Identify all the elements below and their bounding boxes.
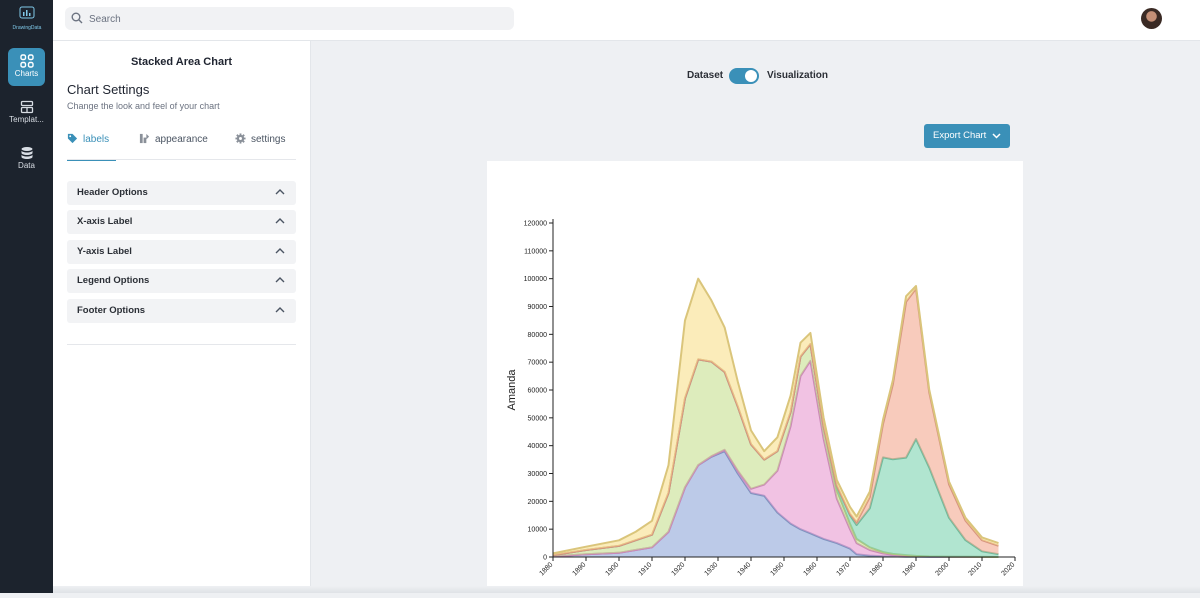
bottom-shade bbox=[53, 586, 1200, 593]
x-tick-label: 1980 bbox=[868, 561, 884, 577]
y-tick-label: 80000 bbox=[528, 332, 548, 339]
accordion-x-axis-label[interactable]: X-axis Label bbox=[67, 210, 296, 234]
accordion-legend-options[interactable]: Legend Options bbox=[67, 269, 296, 293]
export-label: Export Chart bbox=[933, 130, 987, 141]
view-toggle-switch[interactable] bbox=[729, 68, 759, 84]
accordion-label: Legend Options bbox=[77, 275, 150, 286]
y-tick-label: 50000 bbox=[528, 415, 548, 422]
chevron-up-icon bbox=[275, 189, 285, 195]
search-input[interactable] bbox=[87, 7, 511, 32]
chevron-up-icon bbox=[275, 218, 285, 224]
tab-label: appearance bbox=[155, 134, 208, 145]
y-tick-label: 70000 bbox=[528, 360, 548, 367]
appearance-icon bbox=[139, 133, 150, 144]
y-tick-label: 120000 bbox=[524, 221, 547, 228]
accordion-header-options[interactable]: Header Options bbox=[67, 181, 296, 205]
avatar[interactable] bbox=[1141, 8, 1162, 29]
x-tick-label: 1970 bbox=[835, 561, 851, 577]
chart-card: 0 10000 20000 30000 40000 50000 60000 70000 8000… bbox=[487, 161, 1023, 593]
search-icon bbox=[71, 12, 83, 24]
accordion-label: Footer Options bbox=[77, 305, 146, 316]
y-tick-label: 60000 bbox=[528, 388, 548, 395]
chevron-up-icon bbox=[275, 277, 285, 283]
rail-item-label: Data bbox=[18, 161, 35, 170]
x-tick-label: 1960 bbox=[802, 561, 818, 577]
y-tick-label: 40000 bbox=[528, 443, 548, 450]
tab-label: labels bbox=[83, 134, 110, 145]
x-tick-label: 1930 bbox=[703, 561, 719, 577]
x-tick-label: 1940 bbox=[736, 561, 752, 577]
tag-icon bbox=[67, 133, 78, 144]
panel-divider bbox=[67, 344, 296, 345]
visualization-label[interactable]: Visualization bbox=[767, 70, 828, 81]
top-bar bbox=[53, 0, 1200, 41]
app-logo[interactable]: DrawingData bbox=[8, 6, 46, 31]
y-tick-label: 110000 bbox=[524, 248, 547, 255]
x-tick-label: 1920 bbox=[670, 561, 686, 577]
x-tick-label: 2000 bbox=[934, 561, 950, 577]
y-axis-label: Amanda bbox=[506, 369, 518, 411]
accordion-footer-options[interactable]: Footer Options bbox=[67, 299, 296, 323]
chart-type-title: Stacked Area Chart bbox=[130, 56, 233, 68]
x-tick-label: 1990 bbox=[901, 561, 917, 577]
tabs-divider bbox=[67, 159, 296, 160]
gear-icon bbox=[235, 133, 246, 144]
tab-label: settings bbox=[251, 134, 286, 145]
left-rail: DrawingData Charts Templat... Data bbox=[0, 0, 53, 593]
accordion-y-axis-label[interactable]: Y-axis Label bbox=[67, 240, 296, 264]
x-tick-label: 1900 bbox=[604, 561, 620, 577]
y-tick-label: 10000 bbox=[528, 527, 548, 534]
stacked-area-chart: 0 10000 20000 30000 40000 50000 60000 70000 8000… bbox=[506, 219, 1016, 577]
grid-icon bbox=[19, 54, 34, 68]
settings-subtitle: Change the look and feel of your chart bbox=[67, 101, 220, 111]
rail-item-label: Charts bbox=[14, 69, 39, 78]
x-tick-label: 1910 bbox=[637, 561, 653, 577]
accordion-label: X-axis Label bbox=[77, 216, 133, 227]
x-tick-label: 2020 bbox=[1000, 561, 1016, 577]
y-tick-label: 30000 bbox=[528, 471, 548, 478]
x-tick-label: 1950 bbox=[769, 561, 785, 577]
x-tick-label: 1880 bbox=[538, 561, 554, 577]
database-icon bbox=[21, 147, 32, 159]
tab-appearance[interactable]: appearance bbox=[139, 133, 208, 159]
tab-settings[interactable]: settings bbox=[235, 133, 285, 159]
settings-title: Chart Settings bbox=[67, 82, 150, 97]
y-tick-label: 0 bbox=[543, 555, 547, 562]
chevron-up-icon bbox=[275, 307, 285, 313]
y-tick-label: 90000 bbox=[528, 304, 548, 311]
chevron-up-icon bbox=[275, 248, 285, 254]
rail-item-label: Templat... bbox=[9, 115, 44, 124]
toggle-knob bbox=[745, 70, 757, 82]
rail-item-templates[interactable]: Templat... bbox=[8, 94, 45, 132]
export-chart-button[interactable]: Export Chart bbox=[924, 124, 1010, 148]
chevron-down-icon bbox=[992, 133, 1001, 139]
template-icon bbox=[20, 100, 33, 114]
dataset-label[interactable]: Dataset bbox=[687, 70, 723, 81]
rail-item-charts[interactable]: Charts bbox=[8, 48, 45, 86]
settings-panel: Stacked Area Chart Chart Settings Change… bbox=[53, 41, 311, 593]
rail-item-data[interactable]: Data bbox=[8, 140, 45, 178]
x-tick-label: 1890 bbox=[571, 561, 587, 577]
logo-chart-icon bbox=[19, 6, 35, 19]
accordion-label: Y-axis Label bbox=[77, 246, 132, 257]
accordion-label: Header Options bbox=[77, 187, 148, 198]
x-tick-label: 2010 bbox=[967, 561, 983, 577]
y-tick-label: 100000 bbox=[524, 276, 547, 283]
tab-labels[interactable]: labels bbox=[67, 133, 116, 161]
y-tick-label: 20000 bbox=[528, 499, 548, 506]
search-box[interactable] bbox=[65, 7, 514, 32]
logo-text: DrawingData bbox=[12, 25, 42, 31]
